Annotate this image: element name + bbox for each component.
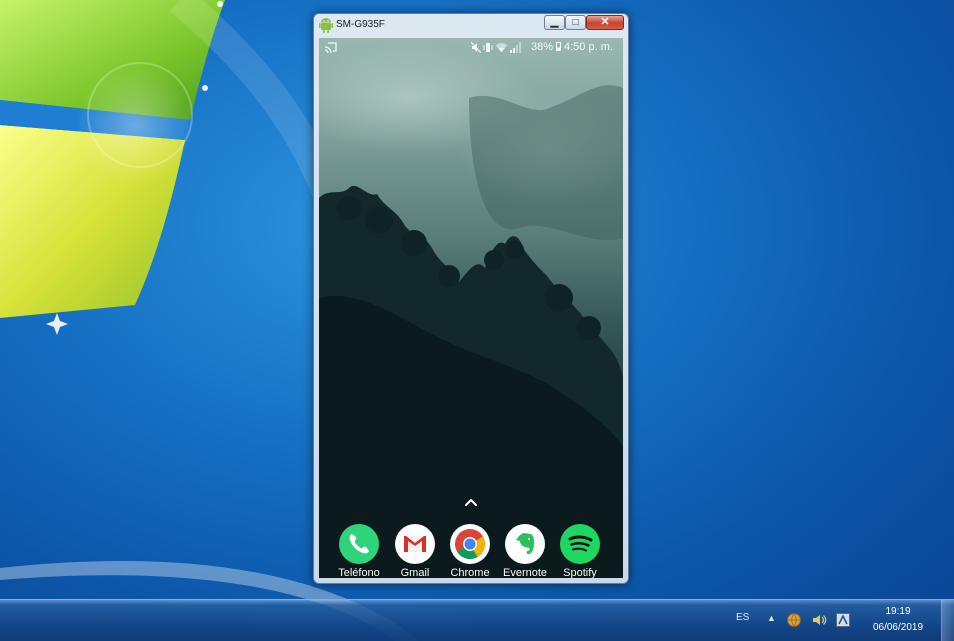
app-label: Evernote [502, 567, 548, 578]
wifi-icon [495, 42, 508, 52]
phone-mirror-window[interactable]: SM-G935F ▁ □ ✕ 38% 4:50 p. m. Teléfono G… [313, 13, 629, 584]
minimize-icon: ▁ [550, 16, 559, 28]
window-title: SM-G935F [336, 19, 385, 30]
app-label: Chrome [450, 567, 490, 578]
status-icons [471, 40, 522, 54]
up-chevron-icon[interactable] [463, 496, 479, 508]
minimize-button[interactable]: ▁ [544, 15, 565, 30]
signal-icon [510, 41, 521, 53]
tray-clock-date[interactable]: 06/06/2019 [866, 622, 930, 633]
close-button[interactable]: ✕ [586, 15, 624, 30]
android-icon [319, 18, 333, 33]
show-desktop-button[interactable] [941, 600, 954, 641]
phone-screen[interactable]: 38% 4:50 p. m. Teléfono Gmail Chrome Eve… [319, 38, 623, 578]
app-telefono[interactable]: Teléfono [331, 522, 387, 578]
mute-icon [471, 41, 481, 53]
tray-clock-time[interactable]: 19:19 [866, 606, 930, 617]
app-spotify[interactable]: Spotify [552, 522, 608, 578]
app-dock: Teléfono Gmail Chrome Evernote Spotify [319, 522, 623, 578]
desktop: SM-G935F ▁ □ ✕ 38% 4:50 p. m. Teléfono G… [0, 0, 954, 641]
app-label: Spotify [563, 567, 597, 578]
volume-icon[interactable] [811, 612, 827, 628]
status-clock: 4:50 p. m. [564, 41, 613, 53]
vibrate-icon [483, 42, 493, 52]
close-icon: ✕ [600, 16, 610, 28]
maximize-icon: □ [572, 16, 579, 28]
app-evernote[interactable]: Evernote [497, 522, 553, 578]
cast-icon [324, 42, 337, 53]
spotify-icon [560, 524, 600, 564]
network-icon[interactable] [786, 612, 802, 628]
maximize-button[interactable]: □ [565, 15, 586, 30]
app-label: Teléfono [338, 567, 380, 578]
battery-icon [556, 42, 561, 51]
gmail-icon [395, 524, 435, 564]
app-label: Gmail [400, 567, 430, 578]
tray-app-icon[interactable] [835, 612, 851, 628]
app-gmail[interactable]: Gmail [387, 522, 443, 578]
evernote-icon [505, 524, 545, 564]
chrome-icon [450, 524, 490, 564]
taskbar[interactable]: ES ▲ 19:19 06/06/2019 [0, 599, 954, 641]
battery-percentage: 38% [531, 41, 554, 53]
phone-icon [339, 524, 379, 564]
language-indicator[interactable]: ES [736, 612, 749, 623]
status-bar: 38% 4:50 p. m. [319, 38, 623, 56]
show-hidden-icons-arrow[interactable]: ▲ [767, 613, 776, 623]
app-chrome[interactable]: Chrome [442, 522, 498, 578]
window-titlebar[interactable]: SM-G935F ▁ □ ✕ [314, 14, 628, 36]
